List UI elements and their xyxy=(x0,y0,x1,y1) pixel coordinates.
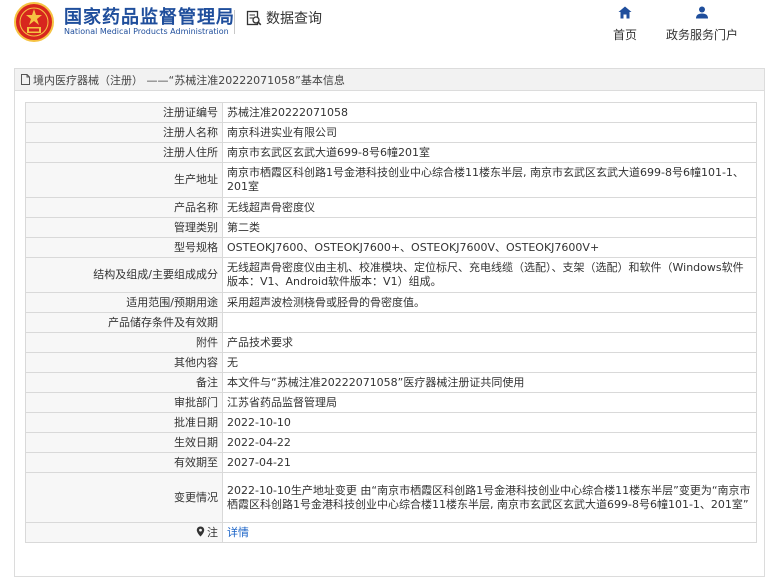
table-row: 注 详情 xyxy=(25,522,757,543)
table-row: 注册人名称 南京科进实业有限公司 xyxy=(25,122,757,143)
document-icon xyxy=(21,74,30,85)
field-label: 有效期至 xyxy=(25,452,223,473)
site-subtitle: National Medical Products Administration xyxy=(64,27,229,36)
site-header: 国家药品监督管理局 National Medical Products Admi… xyxy=(0,0,765,52)
field-label: 生产地址 xyxy=(25,162,223,198)
table-row: 产品名称 无线超声骨密度仪 xyxy=(25,197,757,218)
field-value: 2022-10-10 xyxy=(222,412,757,433)
panel-header: 境内医疗器械（注册） ——“苏械注准20222071058”基本信息 xyxy=(15,69,764,91)
location-pin-icon xyxy=(196,526,205,536)
header-divider xyxy=(234,10,235,34)
field-value: 无线超声骨密度仪由主机、校准模块、定位标尺、充电线缆（选配）、支架（选配）和软件… xyxy=(222,257,757,293)
table-row: 产品储存条件及有效期 xyxy=(25,312,757,333)
field-value: 南京市玄武区玄武大道699-8号6幢201室 xyxy=(222,142,757,163)
field-value: 产品技术要求 xyxy=(222,332,757,353)
field-value: 第二类 xyxy=(222,217,757,238)
details-link[interactable]: 详情 xyxy=(222,522,757,543)
field-value: 2022-10-10生产地址变更 由“南京市栖霞区科创路1号金港科技创业中心综合… xyxy=(222,472,757,523)
table-row: 型号规格 OSTEOKJ7600、OSTEOKJ7600+、OSTEOKJ760… xyxy=(25,237,757,258)
device-info-table: 注册证编号 苏械注准20222071058 注册人名称 南京科进实业有限公司 注… xyxy=(25,102,757,543)
field-label: 结构及组成/主要组成成分 xyxy=(25,257,223,293)
field-label: 注册人名称 xyxy=(25,122,223,143)
field-label: 产品名称 xyxy=(25,197,223,218)
table-row: 批准日期 2022-10-10 xyxy=(25,412,757,433)
data-query-label: 数据查询 xyxy=(266,11,322,27)
field-label: 其他内容 xyxy=(25,352,223,373)
table-row: 审批部门 江苏省药品监督管理局 xyxy=(25,392,757,413)
home-icon xyxy=(618,6,632,19)
field-value: 2027-04-21 xyxy=(222,452,757,473)
field-value: 采用超声波检测桡骨或胫骨的骨密度值。 xyxy=(222,292,757,313)
table-row: 管理类别 第二类 xyxy=(25,217,757,238)
field-value: 江苏省药品监督管理局 xyxy=(222,392,757,413)
field-label: 注册人住所 xyxy=(25,142,223,163)
table-row: 有效期至 2027-04-21 xyxy=(25,452,757,473)
nav-service-portal[interactable]: 政务服务门户 xyxy=(657,4,747,43)
field-value xyxy=(222,312,757,333)
data-query-link[interactable]: 数据查询 xyxy=(246,8,322,28)
info-panel: 境内医疗器械（注册） ——“苏械注准20222071058”基本信息 注册证编号… xyxy=(14,68,765,577)
table-row: 结构及组成/主要组成成分 无线超声骨密度仪由主机、校准模块、定位标尺、充电线缆（… xyxy=(25,257,757,293)
table-row: 适用范围/预期用途 采用超声波检测桡骨或胫骨的骨密度值。 xyxy=(25,292,757,313)
field-label: 备注 xyxy=(25,372,223,393)
nav-service-portal-label: 政务服务门户 xyxy=(665,28,738,42)
field-value: 南京科进实业有限公司 xyxy=(222,122,757,143)
national-emblem-icon xyxy=(14,2,54,42)
field-label: 型号规格 xyxy=(25,237,223,258)
site-title: 国家药品监督管理局 xyxy=(64,7,235,28)
field-label: 批准日期 xyxy=(25,412,223,433)
field-value: 本文件与“苏械注准20222071058”医疗器械注册证共同使用 xyxy=(222,372,757,393)
field-label: 生效日期 xyxy=(25,432,223,453)
field-value: 苏械注准20222071058 xyxy=(222,102,757,123)
user-icon xyxy=(696,6,708,19)
table-row: 生产地址 南京市栖霞区科创路1号金港科技创业中心综合楼11楼东半层, 南京市玄武… xyxy=(25,162,757,198)
panel-title: 境内医疗器械（注册） ——“苏械注准20222071058”基本信息 xyxy=(33,73,345,87)
field-value: 2022-04-22 xyxy=(222,432,757,453)
field-value: 无 xyxy=(222,352,757,373)
field-label: 适用范围/预期用途 xyxy=(25,292,223,313)
field-label: 管理类别 xyxy=(25,217,223,238)
table-row: 变更情况 2022-10-10生产地址变更 由“南京市栖霞区科创路1号金港科技创… xyxy=(25,472,757,523)
field-label: 审批部门 xyxy=(25,392,223,413)
field-value: OSTEOKJ7600、OSTEOKJ7600+、OSTEOKJ7600V、OS… xyxy=(222,237,757,258)
field-label-note: 注 xyxy=(25,522,223,543)
table-row: 注册人住所 南京市玄武区玄武大道699-8号6幢201室 xyxy=(25,142,757,163)
field-label: 产品储存条件及有效期 xyxy=(25,312,223,333)
table-row: 生效日期 2022-04-22 xyxy=(25,432,757,453)
table-row: 注册证编号 苏械注准20222071058 xyxy=(25,102,757,123)
field-label: 附件 xyxy=(25,332,223,353)
table-row: 备注 本文件与“苏械注准20222071058”医疗器械注册证共同使用 xyxy=(25,372,757,393)
note-label: 注 xyxy=(207,525,218,539)
field-label: 变更情况 xyxy=(25,472,223,523)
field-value: 无线超声骨密度仪 xyxy=(222,197,757,218)
table-row: 附件 产品技术要求 xyxy=(25,332,757,353)
field-value: 南京市栖霞区科创路1号金港科技创业中心综合楼11楼东半层, 南京市玄武区玄武大道… xyxy=(222,162,757,198)
search-document-icon xyxy=(246,10,262,26)
field-label: 注册证编号 xyxy=(25,102,223,123)
table-row: 其他内容 无 xyxy=(25,352,757,373)
